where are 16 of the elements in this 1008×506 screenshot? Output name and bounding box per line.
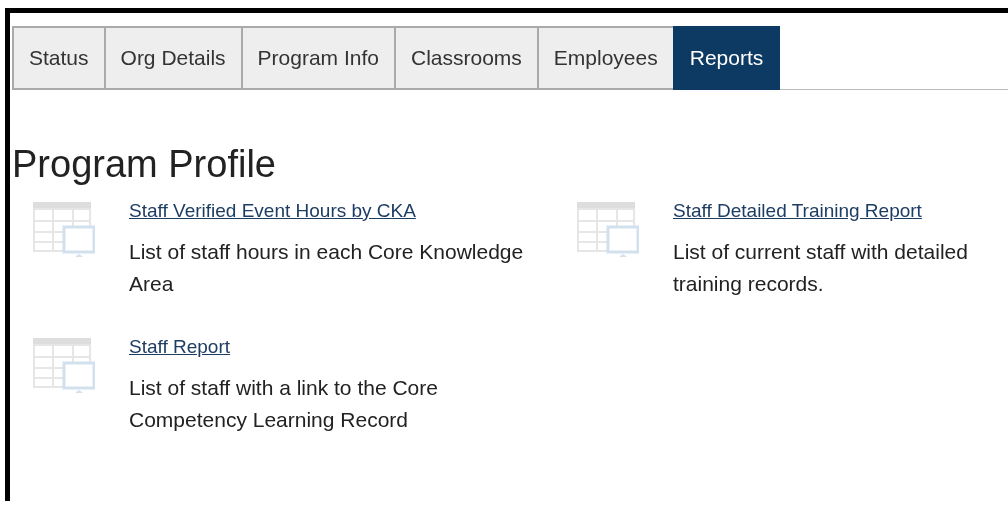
table-monitor-icon <box>33 338 95 396</box>
report-link[interactable]: Staff Detailed Training Report <box>673 200 922 221</box>
report-link[interactable]: Staff Verified Event Hours by CKA <box>129 200 416 221</box>
report-link[interactable]: Staff Report <box>129 336 231 357</box>
report-description: List of staff hours in each Core Knowledge Area <box>129 239 524 297</box>
tab[interactable]: Classrooms <box>393 26 537 90</box>
report-description: List of staff with a link to the Core Competency Learning Record <box>129 375 439 433</box>
report-description: List of current staff with detailed training records. <box>673 239 969 297</box>
table-monitor-icon <box>577 202 639 260</box>
tab[interactable]: Program Info <box>240 26 394 90</box>
tab[interactable]: Org Details <box>103 26 241 90</box>
tab[interactable]: Reports <box>672 26 781 90</box>
tab[interactable]: Employees <box>536 26 673 90</box>
tab[interactable]: Status <box>12 26 104 90</box>
page-title: Program Profile <box>12 142 277 186</box>
table-monitor-icon <box>33 202 95 260</box>
